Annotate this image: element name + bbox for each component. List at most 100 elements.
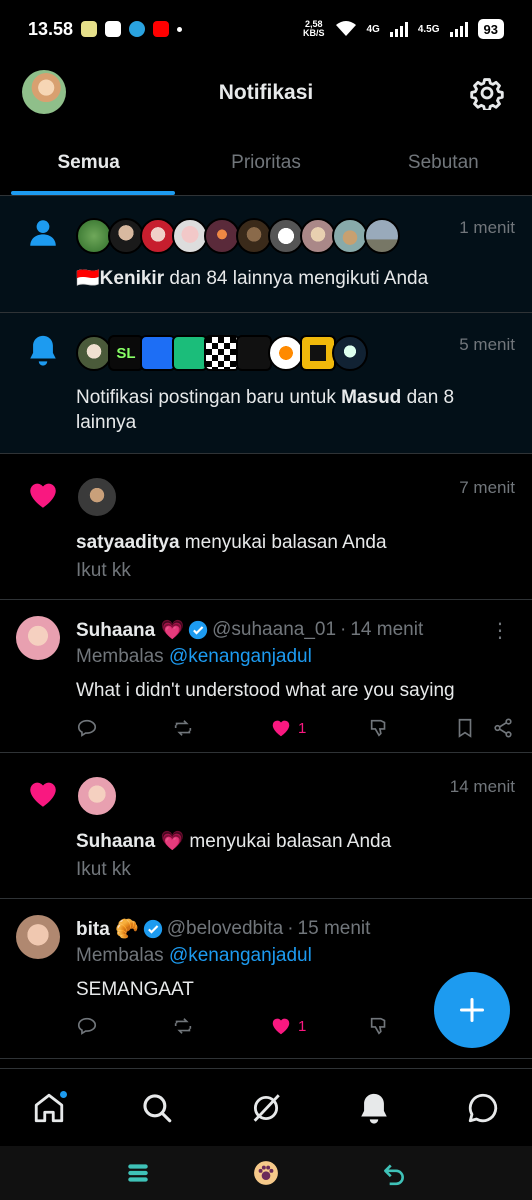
repost-icon bbox=[174, 1018, 192, 1034]
thumbs-down-icon bbox=[370, 1017, 386, 1035]
replying-to-handle[interactable]: @kenanganjadul bbox=[169, 945, 312, 966]
like-button[interactable]: 1 bbox=[270, 717, 306, 739]
tab-semua[interactable]: Semua bbox=[0, 128, 177, 195]
avatar[interactable] bbox=[16, 616, 60, 660]
heart-icon bbox=[30, 782, 56, 807]
avatar[interactable] bbox=[108, 218, 144, 254]
actor-name[interactable]: Kenikir bbox=[100, 268, 164, 289]
avatar[interactable] bbox=[204, 335, 240, 371]
notification-like[interactable]: 7 menit satyaaditya menyukai balasan And… bbox=[0, 454, 532, 600]
bookmark-button[interactable] bbox=[454, 717, 476, 739]
notification-app-icon bbox=[81, 21, 98, 37]
person-icon bbox=[30, 220, 56, 246]
avatar[interactable] bbox=[332, 335, 368, 371]
tab-prioritas[interactable]: Prioritas bbox=[177, 128, 354, 195]
actor-name[interactable]: Suhaana 💗 bbox=[76, 831, 184, 852]
avatar[interactable] bbox=[76, 218, 112, 254]
profile-avatar[interactable] bbox=[22, 70, 66, 114]
system-navigation bbox=[0, 1146, 532, 1200]
reply-time: 15 menit bbox=[297, 918, 371, 939]
repost-button[interactable] bbox=[172, 717, 194, 739]
like-button[interactable]: 1 bbox=[270, 1015, 306, 1037]
youtube-app-icon bbox=[153, 21, 170, 37]
reply-icon bbox=[77, 719, 97, 737]
avatar[interactable] bbox=[172, 335, 208, 371]
separator-dot: · bbox=[340, 619, 347, 640]
notification-text: Suhaana 💗 menyukai balasan Anda bbox=[76, 831, 392, 852]
avatar[interactable] bbox=[172, 218, 208, 254]
replying-to-handle[interactable]: @kenanganjadul bbox=[169, 646, 312, 667]
status-bar: 13.58 2,58 KB/S 4G 4.5G 93 bbox=[0, 0, 532, 58]
avatar[interactable] bbox=[76, 476, 118, 518]
app-header: Notifikasi bbox=[0, 58, 532, 128]
more-options-icon[interactable]: ⋮ bbox=[490, 618, 510, 643]
author-handle[interactable]: @belovedbita bbox=[167, 918, 283, 940]
quoted-reply-text: Ikut kk bbox=[76, 859, 131, 880]
like-count: 1 bbox=[298, 1017, 307, 1035]
follower-avatars bbox=[76, 218, 400, 254]
more-notifications-dot bbox=[177, 26, 183, 32]
avatar[interactable] bbox=[364, 218, 400, 254]
x-app-icon bbox=[105, 21, 122, 37]
notification-reply[interactable]: Suhaana 💗 @suhaana_01 · 14 menit ⋮ Memba… bbox=[0, 600, 532, 753]
notification-follow[interactable]: 1 menit 🇮🇩Kenikir dan 84 lainnya mengiku… bbox=[0, 196, 532, 313]
back-icon[interactable] bbox=[381, 1160, 407, 1186]
avatar[interactable] bbox=[140, 218, 176, 254]
avatar[interactable] bbox=[268, 218, 304, 254]
verified-badge-icon bbox=[188, 620, 208, 640]
network-2-label: 4.5G bbox=[417, 23, 440, 35]
avatar[interactable] bbox=[16, 915, 60, 959]
avatar[interactable] bbox=[332, 218, 368, 254]
notifications-icon[interactable] bbox=[357, 1091, 391, 1125]
like-count: 1 bbox=[298, 719, 307, 737]
reply-icon bbox=[77, 1017, 97, 1035]
grok-icon[interactable] bbox=[249, 1091, 283, 1125]
actor-name[interactable]: Masud bbox=[341, 387, 401, 408]
downvote-button[interactable] bbox=[368, 717, 390, 739]
avatar[interactable] bbox=[236, 218, 272, 254]
messages-icon[interactable] bbox=[466, 1091, 500, 1125]
replying-to: Membalas @kenanganjadul bbox=[76, 945, 312, 966]
separator-dot: · bbox=[287, 918, 294, 939]
telegram-app-icon bbox=[129, 21, 146, 37]
avatar[interactable] bbox=[236, 335, 272, 371]
reply-actions: 1 bbox=[76, 717, 514, 743]
reply-button[interactable] bbox=[76, 717, 98, 739]
quoted-reply-text: Ikut kk bbox=[76, 560, 131, 581]
network-1-label: 4G bbox=[366, 23, 380, 35]
avatar[interactable] bbox=[76, 335, 112, 371]
notification-time: 14 menit bbox=[449, 777, 515, 796]
compose-button[interactable] bbox=[434, 972, 510, 1048]
repost-button[interactable] bbox=[172, 1015, 194, 1037]
author-name[interactable]: bita 🥐 bbox=[76, 917, 139, 941]
avatar[interactable] bbox=[140, 335, 176, 371]
account-avatars: SL bbox=[76, 335, 368, 371]
avatar[interactable]: SL bbox=[108, 335, 144, 371]
share-button[interactable] bbox=[492, 717, 514, 739]
notification-new-posts[interactable]: 5 menit SL Notifikasi postingan baru unt… bbox=[0, 313, 532, 454]
author-name[interactable]: Suhaana 💗 bbox=[76, 618, 184, 642]
avatar[interactable] bbox=[268, 335, 304, 371]
heart-icon bbox=[30, 483, 56, 508]
status-time: 13.58 bbox=[28, 18, 74, 39]
author-handle[interactable]: @suhaana_01 bbox=[212, 619, 336, 641]
notification-time: 5 menit bbox=[459, 335, 515, 354]
notification-like[interactable]: 14 menit Suhaana 💗 menyukai balasan Anda… bbox=[0, 753, 532, 899]
downvote-button[interactable] bbox=[368, 1015, 390, 1037]
reply-button[interactable] bbox=[76, 1015, 98, 1037]
verified-badge-icon bbox=[143, 919, 162, 939]
avatar[interactable] bbox=[204, 218, 240, 254]
home-paw-icon[interactable] bbox=[253, 1160, 279, 1186]
avatar[interactable] bbox=[300, 335, 336, 371]
heart-filled-icon bbox=[272, 1018, 290, 1035]
reply-text: What i didn't understood what are you sa… bbox=[76, 680, 455, 701]
notification-text: 🇮🇩Kenikir dan 84 lainnya mengikuti Anda bbox=[76, 268, 429, 289]
search-icon[interactable] bbox=[140, 1091, 174, 1125]
avatar[interactable] bbox=[300, 218, 336, 254]
notification-text: satyaaditya menyukai balasan Anda bbox=[76, 532, 387, 553]
settings-gear-icon[interactable] bbox=[470, 76, 504, 110]
tab-sebutan[interactable]: Sebutan bbox=[355, 128, 532, 195]
menu-icon[interactable] bbox=[125, 1160, 151, 1186]
actor-name[interactable]: satyaaditya bbox=[76, 532, 180, 553]
avatar[interactable] bbox=[76, 775, 118, 817]
